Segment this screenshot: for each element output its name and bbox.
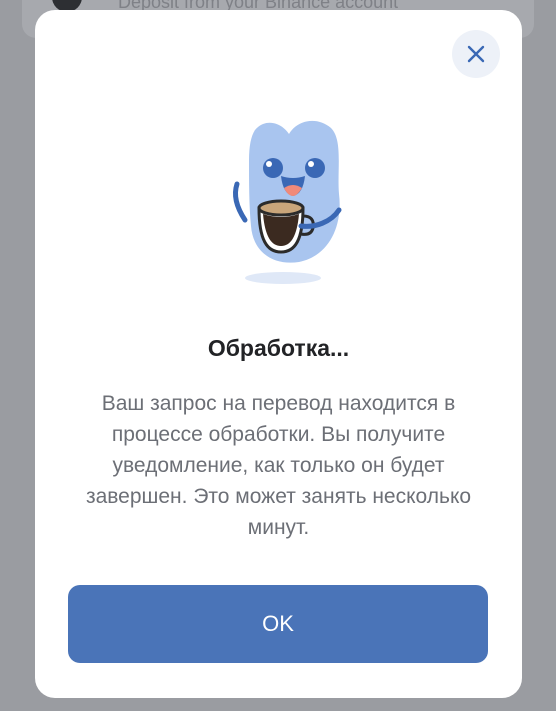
modal-title: Обработка... [207,335,350,361]
close-button[interactable] [452,30,500,78]
modal-description: Ваш запрос на перевод находится в процес… [85,392,472,539]
ok-button[interactable]: OK [68,585,488,663]
mascot-left-arm [232,181,248,223]
close-icon [467,45,485,63]
mascot-left-eye [263,158,283,178]
processing-modal: Обработка... Ваш запрос на перевод наход… [35,10,522,698]
mascot-right-eye [305,158,325,178]
mascot-shadow [245,272,321,284]
mascot-illustration [232,120,342,284]
